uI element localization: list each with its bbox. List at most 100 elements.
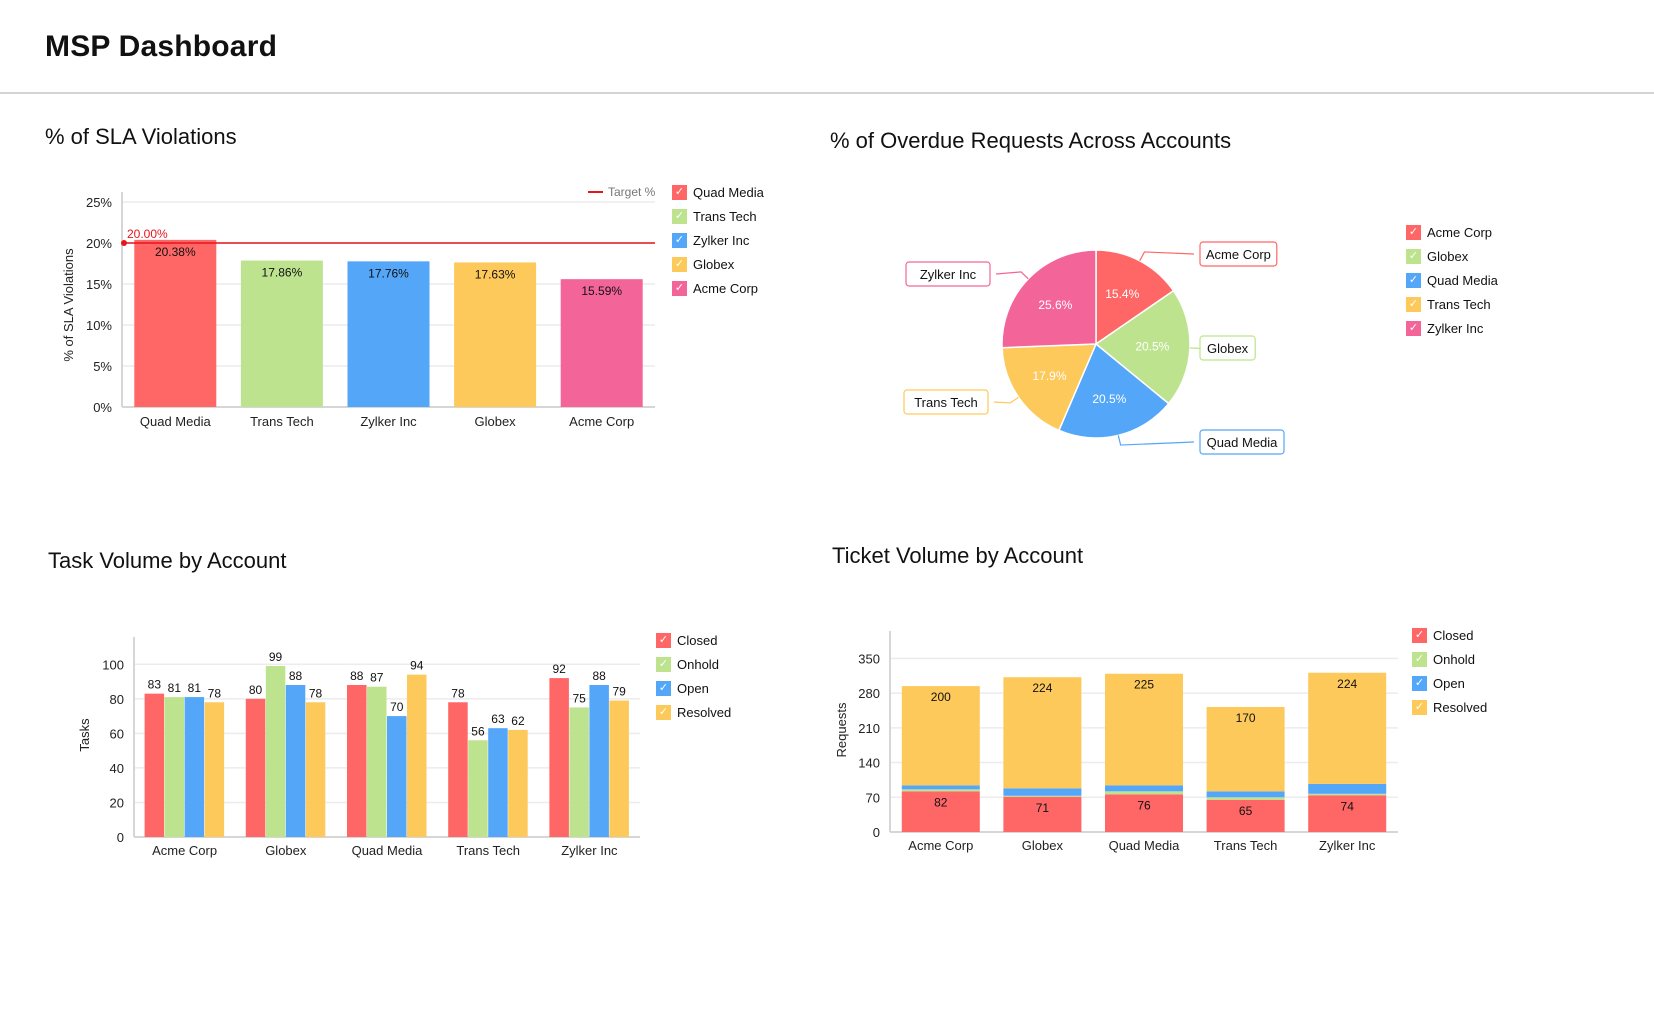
tickets-data-label: 225: [1134, 678, 1154, 692]
tickets-data-label: 224: [1337, 677, 1357, 691]
tasks-data-label: 92: [552, 662, 566, 676]
tickets-data-label: 71: [1036, 801, 1050, 815]
sla-y-tick-label: 25%: [86, 195, 112, 210]
sla-x-tick-label: Globex: [474, 414, 516, 429]
sla-data-label: 17.63%: [475, 267, 516, 281]
tickets-data-label: 65: [1239, 804, 1253, 818]
tasks-data-label: 62: [511, 714, 525, 728]
tickets-data-label: 200: [931, 690, 951, 704]
tasks-data-label: 81: [168, 681, 182, 695]
pie-callout-line: [1139, 251, 1195, 262]
tasks-bar-open: [589, 685, 609, 837]
tasks-x-tick-label: Zylker Inc: [561, 843, 618, 858]
tasks-bar-open: [285, 685, 306, 837]
sla-bar: [240, 260, 323, 407]
tickets-segment-open: [901, 785, 980, 790]
tickets-segment-open: [1206, 791, 1285, 798]
sla-target-legend-label: Target %: [608, 185, 656, 199]
tasks-bar-closed: [448, 702, 468, 837]
tasks-y-tick-label: 80: [110, 692, 124, 707]
tasks-bar-onhold: [265, 666, 286, 837]
pie-data-label: 25.6%: [1038, 298, 1072, 312]
tasks-data-label: 94: [410, 659, 424, 673]
sla-x-tick-label: Quad Media: [140, 414, 212, 429]
pie-data-label: 17.9%: [1033, 369, 1067, 383]
tasks-data-label: 88: [289, 669, 303, 683]
sla-data-label: 17.86%: [262, 266, 303, 280]
tickets-segment-onhold: [1206, 797, 1285, 800]
tasks-y-tick-label: 40: [110, 761, 124, 776]
tasks-data-label: 78: [309, 686, 323, 700]
sla-y-axis-title: % of SLA Violations: [61, 248, 76, 362]
tasks-x-tick-label: Trans Tech: [456, 843, 520, 858]
tasks-y-tick-label: 100: [102, 657, 124, 672]
tickets-data-label: 74: [1341, 799, 1355, 813]
tickets-segment-open: [1003, 788, 1082, 796]
tickets-x-tick-label: Globex: [1022, 838, 1064, 853]
pie-data-label: 20.5%: [1092, 392, 1126, 406]
tasks-bar-closed: [347, 685, 367, 837]
tasks-bar-resolved: [609, 700, 629, 837]
sla-bar: [134, 239, 217, 407]
tasks-y-tick-label: 20: [110, 795, 124, 810]
pie-callout-label: Acme Corp: [1206, 247, 1271, 262]
pie-callout-label: Globex: [1207, 341, 1249, 356]
tasks-data-label: 78: [208, 686, 222, 700]
tickets-y-tick-label: 210: [858, 721, 880, 736]
sla-x-tick-label: Zylker Inc: [360, 414, 417, 429]
sla-y-tick-label: 10%: [86, 318, 112, 333]
tickets-segment-onhold: [1003, 795, 1082, 797]
tasks-data-label: 56: [471, 724, 485, 738]
tickets-segment-onhold: [1308, 793, 1387, 796]
tasks-bar-resolved: [305, 702, 326, 837]
tickets-data-label: 224: [1032, 681, 1052, 695]
sla-bar: [560, 279, 643, 407]
tasks-data-label: 79: [612, 685, 626, 699]
tickets-segment-onhold: [1105, 791, 1183, 795]
pie-callout-label: Quad Media: [1207, 435, 1279, 450]
pie-callout-label: Trans Tech: [914, 395, 978, 410]
tasks-bar-resolved: [508, 729, 528, 837]
sla-y-tick-label: 5%: [93, 359, 112, 374]
pie-callout-line: [995, 271, 1029, 280]
tickets-data-label: 82: [934, 795, 948, 809]
tasks-bar-onhold: [569, 707, 589, 837]
tickets-x-tick-label: Trans Tech: [1214, 838, 1278, 853]
pie-callout-label: Zylker Inc: [920, 267, 977, 282]
sla-data-label: 20.38%: [155, 245, 196, 259]
tickets-x-tick-label: Zylker Inc: [1319, 838, 1376, 853]
tickets-y-axis-title: Requests: [834, 702, 849, 757]
sla-bar: [347, 261, 430, 407]
tasks-bar-onhold: [367, 686, 387, 837]
tasks-data-label: 88: [592, 669, 606, 683]
sla-y-tick-label: 20%: [86, 236, 112, 251]
tasks-bar-resolved: [204, 702, 225, 837]
pie-callout-line: [1117, 435, 1195, 446]
tickets-y-tick-label: 350: [858, 651, 880, 666]
tasks-data-label: 81: [188, 681, 202, 695]
sla-y-tick-label: 0%: [93, 400, 112, 415]
tasks-bar-open: [488, 728, 508, 837]
sla-y-tick-label: 15%: [86, 277, 112, 292]
tasks-data-label: 80: [249, 683, 263, 697]
tasks-bar-onhold: [468, 740, 488, 837]
tickets-data-label: 170: [1236, 711, 1256, 725]
tasks-data-label: 83: [148, 678, 162, 692]
tickets-y-tick-label: 280: [858, 686, 880, 701]
pie-data-label: 20.5%: [1135, 339, 1169, 353]
sla-data-label: 17.76%: [368, 266, 409, 280]
tickets-y-tick-label: 140: [858, 756, 880, 771]
pie-callout-line: [993, 396, 1019, 404]
tasks-x-tick-label: Globex: [265, 843, 307, 858]
sla-x-tick-label: Acme Corp: [569, 414, 634, 429]
tickets-x-tick-label: Acme Corp: [908, 838, 973, 853]
dashboard-charts: 0% 5% 10% 15% 20% 25% 20.38% Quad Media 17.86% Tr…: [61, 185, 1398, 858]
sla-bar: [454, 262, 537, 407]
tasks-bar-resolved: [407, 674, 427, 837]
tasks-data-label: 63: [491, 712, 505, 726]
sla-x-tick-label: Trans Tech: [250, 414, 314, 429]
sla-data-label: 15.59%: [581, 284, 622, 298]
tasks-data-label: 78: [451, 686, 465, 700]
tasks-data-label: 70: [390, 700, 404, 714]
tasks-bar-closed: [144, 693, 165, 837]
